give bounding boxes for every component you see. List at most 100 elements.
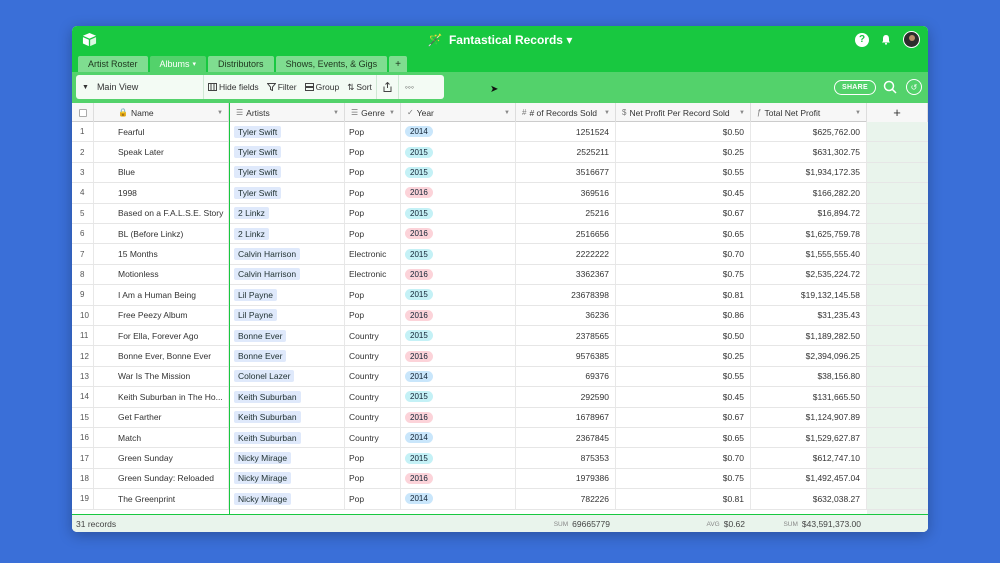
artist-link-chip[interactable]: Colonel Lazer xyxy=(234,370,295,383)
artist-link-chip[interactable]: Nicky Mirage xyxy=(234,452,292,465)
cell-net-profit-per-record[interactable]: $0.45 xyxy=(616,183,751,203)
cell-artists[interactable]: Keith Suburban xyxy=(230,428,345,448)
table-row[interactable]: 19 The Greenprint Nicky Mirage Pop 2014 78222… xyxy=(72,489,928,510)
cell-records-sold[interactable]: 782226 xyxy=(516,489,616,509)
cell-genre[interactable]: Pop xyxy=(345,122,401,142)
cell-artists[interactable]: 2 Linkz xyxy=(230,224,345,244)
table-row[interactable]: 13 War Is The Mission Colonel Lazer Country… xyxy=(72,366,928,388)
cell-genre[interactable]: Pop xyxy=(345,305,401,325)
table-row[interactable]: 17 Green Sunday Nicky Mirage Pop 2015 875353 $… xyxy=(72,448,928,469)
cell-records-sold[interactable]: 2525211 xyxy=(516,142,616,162)
cell-artists[interactable]: Keith Suburban xyxy=(230,387,345,407)
cell-year[interactable]: 2015 xyxy=(401,326,516,346)
cell-artists[interactable]: Tyler Swift xyxy=(230,162,345,183)
cell-artists[interactable]: Bonne Ever xyxy=(230,346,345,366)
cell-name[interactable]: Get Farther xyxy=(94,407,229,427)
cell-net-profit-per-record[interactable]: $0.75 xyxy=(616,264,751,285)
cell-year[interactable]: 2014 xyxy=(401,122,516,142)
view-switcher[interactable]: ▼ Main View xyxy=(76,75,204,99)
cell-total-net-profit[interactable]: $166,282.20 xyxy=(751,183,867,203)
cell-records-sold[interactable]: 23678398 xyxy=(516,285,616,305)
artist-link-chip[interactable]: Lil Payne xyxy=(234,288,277,301)
cell-total-net-profit[interactable]: $612,747.10 xyxy=(751,448,867,468)
cell-genre[interactable]: Country xyxy=(345,407,401,427)
cell-genre[interactable]: Pop xyxy=(345,183,401,203)
cell-name[interactable]: BL (Before Linkz) xyxy=(94,224,229,244)
cell-year[interactable]: 2016 xyxy=(401,468,516,489)
cell-genre[interactable]: Pop xyxy=(345,468,401,489)
cell-genre[interactable]: Electronic xyxy=(345,244,401,264)
cell-records-sold[interactable]: 3516677 xyxy=(516,162,616,183)
net-profit-avg-summary[interactable]: AVG $0.62 xyxy=(616,515,751,532)
cell-genre[interactable]: Electronic xyxy=(345,264,401,285)
cell-year[interactable]: 2015 xyxy=(401,285,516,305)
artist-link-chip[interactable]: 2 Linkz xyxy=(234,207,269,220)
cell-artists[interactable]: Nicky Mirage xyxy=(230,448,345,468)
cell-genre[interactable]: Pop xyxy=(345,285,401,305)
cell-genre[interactable]: Pop xyxy=(345,142,401,162)
cell-total-net-profit[interactable]: $131,665.50 xyxy=(751,387,867,407)
tab-distributors[interactable]: Distributors xyxy=(208,56,274,72)
cell-records-sold[interactable]: 2367845 xyxy=(516,428,616,448)
cell-name[interactable]: Speak Later xyxy=(94,142,229,162)
column-header-records-sold[interactable]: # # of Records Sold ▼ xyxy=(516,103,616,122)
cell-artists[interactable]: Nicky Mirage xyxy=(230,489,345,509)
cell-year[interactable]: 2014 xyxy=(401,428,516,448)
avatar[interactable] xyxy=(903,31,920,48)
artist-link-chip[interactable]: Bonne Ever xyxy=(234,350,287,363)
cell-name[interactable]: For Ella, Forever Ago xyxy=(94,326,229,346)
cell-net-profit-per-record[interactable]: $0.55 xyxy=(616,366,751,387)
artist-link-chip[interactable]: Nicky Mirage xyxy=(234,472,292,485)
cell-net-profit-per-record[interactable]: $0.86 xyxy=(616,305,751,325)
cell-name[interactable]: Match xyxy=(94,428,229,448)
column-header-total-net-profit[interactable]: ƒ Total Net Profit ▼ xyxy=(751,103,867,122)
table-row[interactable]: 15 Get Farther Keith Suburban Country 2016 16… xyxy=(72,407,928,428)
cell-artists[interactable]: Calvin Harrison xyxy=(230,244,345,264)
column-header-year[interactable]: ✓ Year ▼ xyxy=(401,103,516,122)
share-view-button[interactable] xyxy=(375,75,398,99)
cell-name[interactable]: Fearful xyxy=(94,122,229,142)
column-header-artists[interactable]: ☰ Artists ▼ xyxy=(230,103,345,122)
cell-year[interactable]: 2015 xyxy=(401,448,516,468)
cell-records-sold[interactable]: 875353 xyxy=(516,448,616,468)
cell-total-net-profit[interactable]: $1,934,172.35 xyxy=(751,162,867,183)
cell-genre[interactable]: Country xyxy=(345,346,401,366)
cell-genre[interactable]: Pop xyxy=(345,203,401,223)
search-icon[interactable] xyxy=(882,79,898,95)
cell-total-net-profit[interactable]: $1,492,457.04 xyxy=(751,468,867,489)
artist-link-chip[interactable]: Lil Payne xyxy=(234,309,277,322)
tab-artist-roster[interactable]: Artist Roster xyxy=(78,56,148,72)
cell-total-net-profit[interactable]: $2,535,224.72 xyxy=(751,264,867,285)
cell-net-profit-per-record[interactable]: $0.65 xyxy=(616,224,751,244)
add-field-button[interactable]: + xyxy=(867,103,928,122)
group-button[interactable]: Group xyxy=(301,75,344,99)
cell-year[interactable]: 2016 xyxy=(401,224,516,244)
table-row[interactable]: 11 For Ella, Forever Ago Bonne Ever Country… xyxy=(72,326,928,347)
column-header-net-profit-per-record[interactable]: $ Net Profit Per Record Sold ▼ xyxy=(616,103,751,122)
cell-genre[interactable]: Country xyxy=(345,366,401,387)
cell-artists[interactable]: Colonel Lazer xyxy=(230,366,345,387)
cell-net-profit-per-record[interactable]: $0.25 xyxy=(616,142,751,162)
cell-artists[interactable]: Lil Payne xyxy=(230,285,345,305)
tab-albums[interactable]: Albums ▾ xyxy=(149,56,207,72)
table-row[interactable]: 3 Blue Tyler Swift Pop 2015 3516677 $0.55 $1,93… xyxy=(72,162,928,184)
cell-name[interactable]: The Greenprint xyxy=(94,489,229,509)
cell-net-profit-per-record[interactable]: $0.70 xyxy=(616,244,751,264)
cell-total-net-profit[interactable]: $632,038.27 xyxy=(751,489,867,509)
cell-name[interactable]: 15 Months xyxy=(94,244,229,264)
artist-link-chip[interactable]: Keith Suburban xyxy=(234,411,301,424)
cell-genre[interactable]: Pop xyxy=(345,162,401,183)
cell-genre[interactable]: Country xyxy=(345,387,401,407)
artist-link-chip[interactable]: Bonne Ever xyxy=(234,329,287,342)
cell-total-net-profit[interactable]: $38,156.80 xyxy=(751,366,867,387)
cell-total-net-profit[interactable]: $1,625,759.78 xyxy=(751,224,867,244)
column-header-genre[interactable]: ☰ Genre ▼ xyxy=(345,103,401,122)
cell-total-net-profit[interactable]: $625,762.00 xyxy=(751,122,867,142)
chevron-down-icon[interactable]: ▼ xyxy=(333,110,339,116)
artist-link-chip[interactable]: Tyler Swift xyxy=(234,146,282,159)
cell-net-profit-per-record[interactable]: $0.55 xyxy=(616,162,751,183)
cell-genre[interactable]: Country xyxy=(345,326,401,346)
cell-artists[interactable]: Tyler Swift xyxy=(230,183,345,203)
cell-year[interactable]: 2016 xyxy=(401,346,516,366)
cell-records-sold[interactable]: 2516656 xyxy=(516,224,616,244)
